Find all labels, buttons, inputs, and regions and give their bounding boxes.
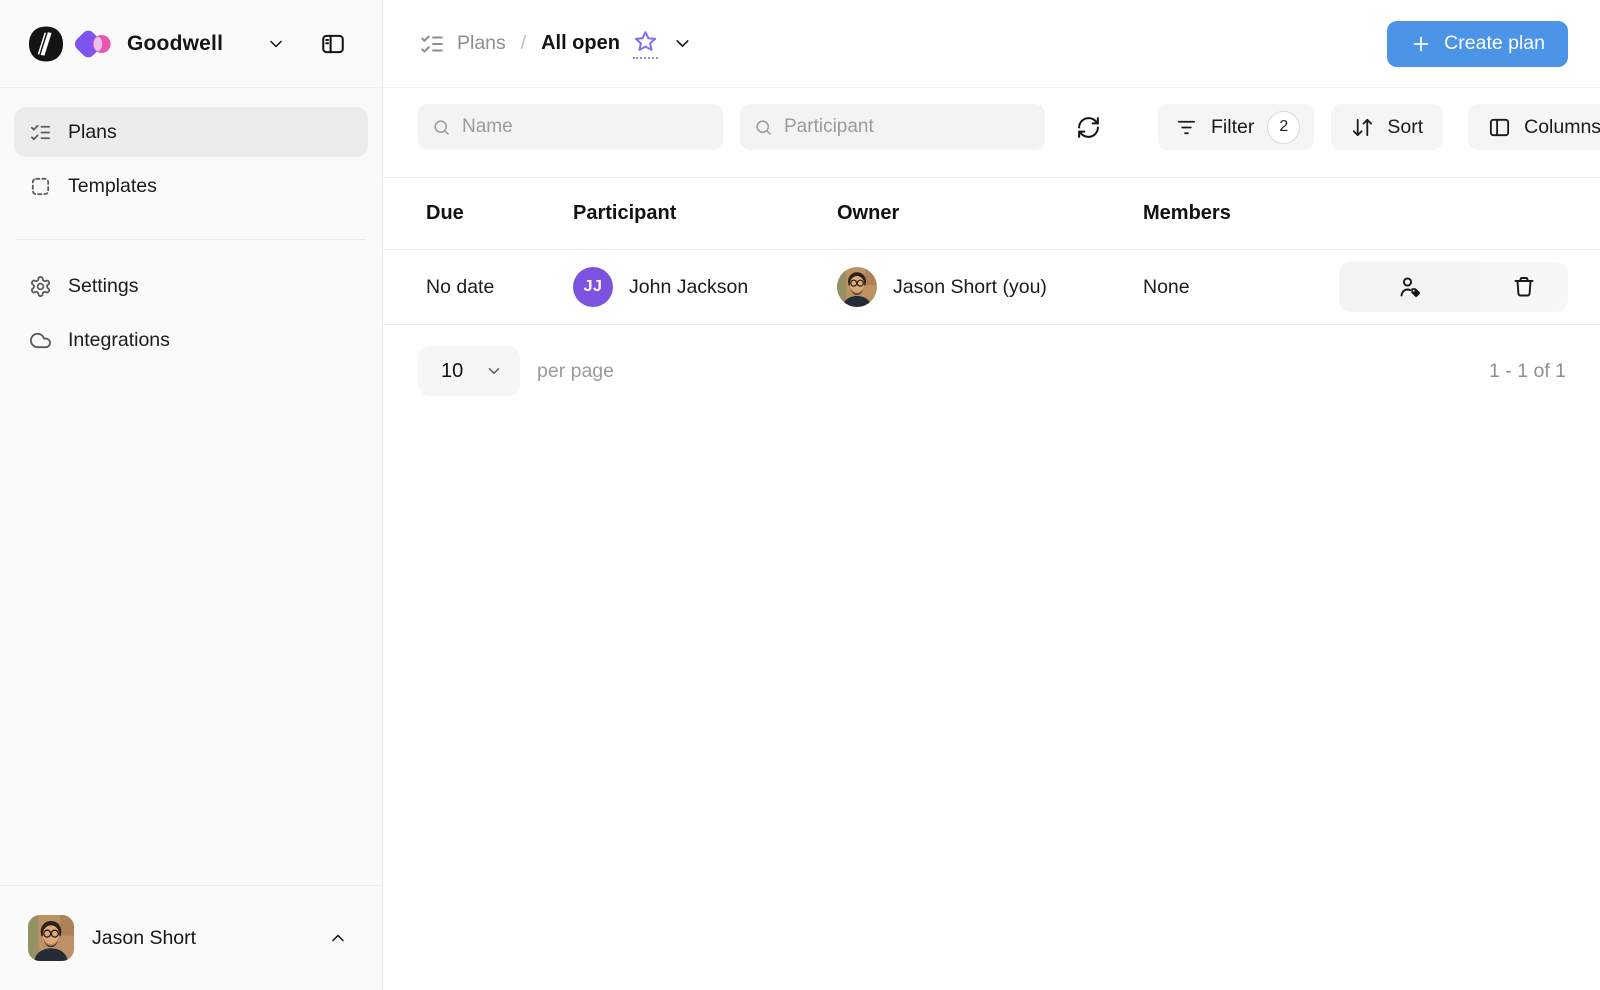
- panel-left-icon: [320, 31, 346, 57]
- refresh-button[interactable]: [1076, 115, 1101, 140]
- participant-search: [740, 104, 1045, 150]
- create-plan-label: Create plan: [1444, 32, 1545, 55]
- app-logo-icon: [26, 24, 66, 64]
- due-cell: No date: [426, 276, 573, 299]
- box-select-icon: [29, 175, 52, 198]
- page-size-value: 10: [441, 360, 463, 383]
- star-icon: [633, 29, 658, 54]
- user-menu[interactable]: Jason Short: [0, 885, 382, 990]
- plans-table: Due Participant Owner Members No date JJ…: [383, 177, 1600, 325]
- search-icon: [432, 118, 451, 137]
- sidebar-item-label: Plans: [68, 121, 117, 144]
- sidebar: Goodwell Plans: [0, 0, 383, 990]
- columns-icon: [1488, 116, 1511, 139]
- participant-cell: JJ John Jackson: [573, 267, 837, 307]
- participant-name: John Jackson: [629, 276, 748, 299]
- sidebar-toggle-button[interactable]: [320, 31, 346, 57]
- sort-button[interactable]: Sort: [1331, 104, 1443, 150]
- filter-label: Filter: [1211, 116, 1254, 139]
- owner-name: Jason Short (you): [893, 276, 1047, 299]
- sidebar-item-templates[interactable]: Templates: [14, 161, 368, 211]
- assign-participant-button[interactable]: [1339, 262, 1480, 312]
- user-tag-icon: [1398, 275, 1422, 299]
- cloud-icon: [29, 329, 52, 352]
- chevron-down-icon: [485, 362, 503, 380]
- table-row[interactable]: No date JJ John Jackson: [383, 250, 1600, 325]
- search-icon: [754, 118, 773, 137]
- create-plan-button[interactable]: Create plan: [1387, 21, 1568, 67]
- sidebar-item-label: Integrations: [68, 329, 170, 352]
- sort-label: Sort: [1387, 116, 1423, 139]
- pagination-bar: 10 per page 1 - 1 of 1: [383, 346, 1600, 396]
- breadcrumb-current-view[interactable]: All open: [541, 32, 620, 55]
- owner-avatar: [837, 267, 877, 307]
- sidebar-item-plans[interactable]: Plans: [14, 107, 368, 157]
- sidebar-item-label: Templates: [68, 175, 157, 198]
- results-range: 1 - 1 of 1: [1489, 360, 1566, 383]
- gear-icon: [29, 275, 52, 298]
- columns-label: Columns: [1524, 116, 1600, 139]
- breadcrumb-parent[interactable]: Plans: [457, 32, 506, 55]
- favorite-view-button[interactable]: [633, 29, 658, 59]
- participant-avatar: JJ: [573, 267, 613, 307]
- columns-button[interactable]: Columns: [1468, 104, 1600, 150]
- participant-search-input[interactable]: [784, 116, 1031, 138]
- table-header-row: Due Participant Owner Members: [383, 177, 1600, 250]
- name-search: [418, 104, 723, 150]
- filter-count-badge: 2: [1267, 111, 1300, 144]
- sort-arrows-icon: [1351, 116, 1374, 139]
- page-header: Plans / All open Create plan: [383, 0, 1600, 88]
- breadcrumb-separator: /: [521, 33, 526, 55]
- sidebar-nav: Plans Templates Settings Inte: [0, 88, 382, 365]
- sidebar-item-settings[interactable]: Settings: [14, 261, 368, 311]
- user-avatar: [28, 915, 74, 961]
- per-page-label: per page: [537, 360, 614, 383]
- main-content: Plans / All open Create plan: [383, 0, 1600, 990]
- column-header-due: Due: [426, 202, 573, 225]
- workspace-chevron-down-icon[interactable]: [266, 34, 286, 54]
- column-header-members: Members: [1143, 202, 1339, 225]
- delete-plan-button[interactable]: [1480, 262, 1568, 312]
- column-header-owner: Owner: [837, 202, 1143, 225]
- view-chevron-down-icon[interactable]: [672, 33, 693, 54]
- plus-icon: [1410, 33, 1432, 55]
- app-window: Goodwell Plans: [0, 0, 1600, 990]
- filter-lines-icon: [1175, 116, 1198, 139]
- workspace-name: Goodwell: [127, 32, 223, 56]
- filter-button[interactable]: Filter 2: [1158, 104, 1314, 150]
- refresh-icon: [1076, 115, 1101, 140]
- name-search-input[interactable]: [462, 116, 709, 138]
- table-toolbar: Filter 2 Sort Columns: [383, 104, 1600, 150]
- column-header-participant: Participant: [573, 202, 837, 225]
- user-name: Jason Short: [92, 927, 196, 950]
- user-chevron-up-icon[interactable]: [328, 928, 348, 948]
- sidebar-divider: [16, 239, 366, 240]
- workspace-switcher[interactable]: Goodwell: [0, 0, 382, 88]
- members-cell: None: [1143, 276, 1339, 299]
- sidebar-item-integrations[interactable]: Integrations: [14, 315, 368, 365]
- workspace-logo-icon: [75, 25, 113, 63]
- owner-cell: Jason Short (you): [837, 267, 1143, 307]
- list-checks-icon: [29, 121, 52, 144]
- trash-icon: [1512, 275, 1536, 299]
- plans-list-checks-icon: [419, 31, 445, 57]
- row-actions: [1339, 262, 1568, 312]
- page-size-select[interactable]: 10: [418, 346, 520, 396]
- sidebar-item-label: Settings: [68, 275, 138, 298]
